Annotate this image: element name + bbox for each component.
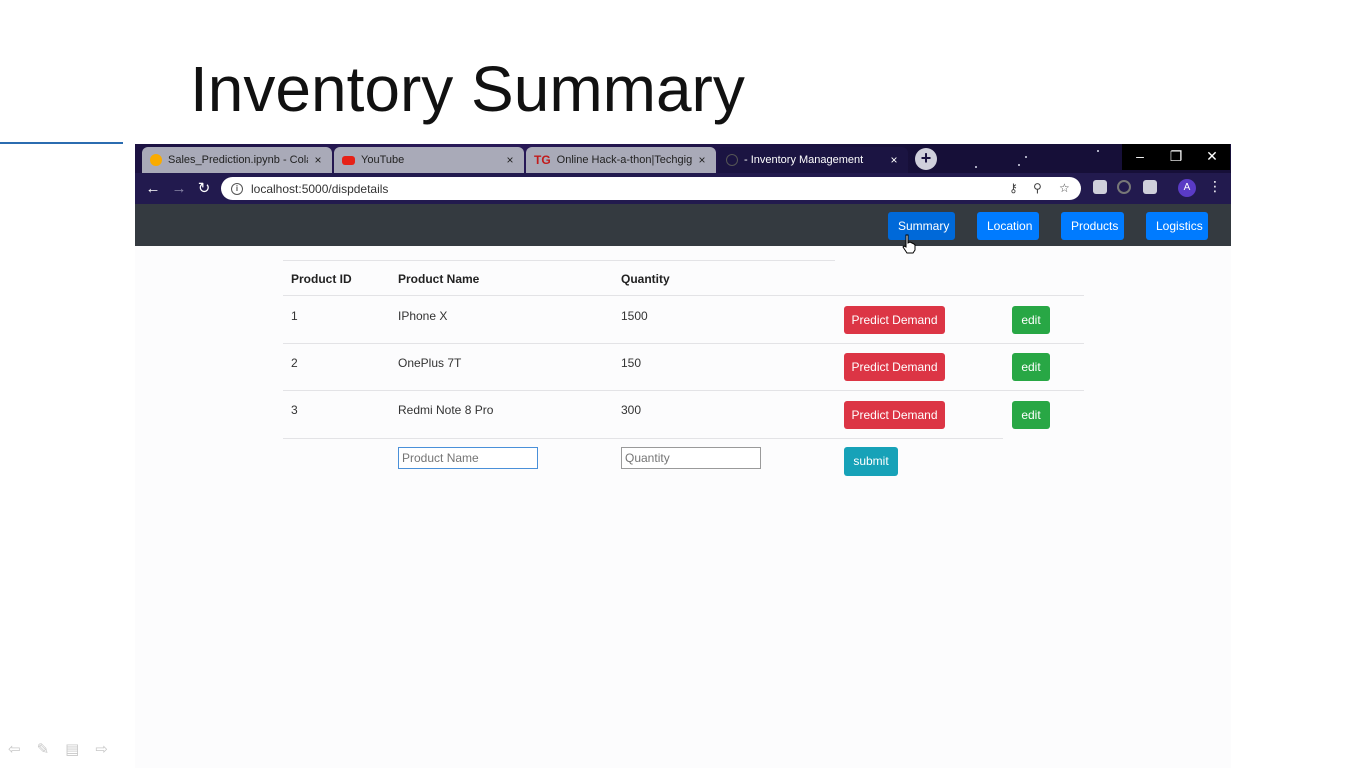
slide-divider: [0, 142, 123, 144]
predict-demand-button[interactable]: Predict Demand: [844, 306, 945, 334]
tab-label: Online Hack-a-thon|Techgig: [556, 154, 692, 166]
cell-product-name: Redmi Note 8 Pro: [398, 403, 494, 417]
close-icon[interactable]: ×: [312, 153, 324, 167]
decor-star: [1025, 156, 1027, 158]
hand-cursor-icon: [902, 234, 916, 254]
info-icon[interactable]: i: [231, 182, 243, 195]
extension-icon[interactable]: [1117, 180, 1131, 194]
decor-star: [1097, 150, 1099, 152]
close-icon[interactable]: ×: [504, 153, 516, 167]
back-button[interactable]: ←: [143, 179, 163, 199]
tab-techgig[interactable]: TG Online Hack-a-thon|Techgig ×: [526, 147, 716, 173]
app-navbar: Summary Location Products Logistics: [135, 204, 1231, 246]
profile-avatar[interactable]: A: [1178, 179, 1196, 197]
bookmark-star-icon[interactable]: ☆: [1059, 181, 1070, 195]
nav-logistics-button[interactable]: Logistics: [1146, 212, 1208, 240]
slide-controls: ⇦ ✎ ▤ ⇨: [8, 740, 108, 758]
nav-location-button[interactable]: Location: [977, 212, 1039, 240]
tab-label: Sales_Prediction.ipynb - Colabora: [168, 154, 308, 166]
tab-bar: Sales_Prediction.ipynb - Colabora × YouT…: [135, 144, 1231, 173]
cell-product-name: OnePlus 7T: [398, 356, 462, 370]
cell-product-name: IPhone X: [398, 309, 448, 323]
cell-quantity: 1500: [621, 309, 648, 323]
table-border: [283, 343, 1084, 344]
predict-demand-button[interactable]: Predict Demand: [844, 353, 945, 381]
url-text: localhost:5000/dispdetails: [251, 181, 389, 196]
cell-product-id: 2: [291, 356, 298, 370]
tab-inventory-management[interactable]: - Inventory Management ×: [718, 147, 908, 173]
extension-icon[interactable]: [1093, 180, 1107, 194]
slide-menu-icon[interactable]: ▤: [65, 740, 79, 758]
restore-button[interactable]: ❐: [1158, 144, 1194, 170]
forward-button[interactable]: →: [169, 179, 189, 199]
extension-icon[interactable]: [1143, 180, 1157, 194]
tab-label: YouTube: [361, 154, 405, 166]
product-name-input[interactable]: [398, 447, 538, 469]
header-quantity: Quantity: [621, 272, 670, 286]
zoom-icon[interactable]: ⚲: [1033, 181, 1042, 195]
nav-products-button[interactable]: Products: [1061, 212, 1124, 240]
pen-icon[interactable]: ✎: [37, 740, 50, 758]
edit-button[interactable]: edit: [1012, 353, 1050, 381]
decor-star: [1018, 164, 1020, 166]
menu-icon[interactable]: ⋮: [1208, 178, 1222, 195]
presentation-slide: Inventory Summary Sales_Prediction.ipynb…: [0, 0, 1366, 768]
table-border: [283, 295, 1084, 296]
edit-button[interactable]: edit: [1012, 401, 1050, 429]
url-bar[interactable]: i localhost:5000/dispdetails ⚷ ⚲ ☆: [221, 177, 1081, 200]
reload-button[interactable]: ↻: [194, 179, 214, 199]
key-icon[interactable]: ⚷: [1009, 181, 1018, 195]
close-icon[interactable]: ×: [696, 153, 708, 167]
header-product-id: Product ID: [291, 272, 352, 286]
next-slide-icon[interactable]: ⇨: [95, 740, 108, 758]
slide-title: Inventory Summary: [190, 53, 745, 125]
new-tab-button[interactable]: +: [915, 148, 937, 170]
youtube-icon: [342, 155, 355, 165]
quantity-input[interactable]: [621, 447, 761, 469]
tab-colab[interactable]: Sales_Prediction.ipynb - Colabora ×: [142, 147, 332, 173]
colab-icon: [150, 154, 162, 166]
predict-demand-button[interactable]: Predict Demand: [844, 401, 945, 429]
table-border: [283, 260, 835, 261]
cell-quantity: 150: [621, 356, 642, 370]
cell-quantity: 300: [621, 403, 642, 417]
decor-star: [975, 166, 977, 168]
tab-youtube[interactable]: YouTube ×: [334, 147, 524, 173]
techgig-icon: TG: [534, 153, 551, 167]
window-close-button[interactable]: ✕: [1194, 144, 1230, 170]
nav-summary-button[interactable]: Summary: [888, 212, 955, 240]
submit-button[interactable]: submit: [844, 447, 898, 476]
table-border: [283, 390, 1084, 391]
table-border: [283, 438, 1003, 439]
browser-window: Sales_Prediction.ipynb - Colabora × YouT…: [135, 144, 1231, 768]
close-icon[interactable]: ×: [888, 153, 900, 167]
address-bar: ← → ↻ i localhost:5000/dispdetails ⚷ ⚲ ☆…: [135, 173, 1231, 204]
edit-button[interactable]: edit: [1012, 306, 1050, 334]
previous-slide-icon[interactable]: ⇦: [8, 740, 21, 758]
header-product-name: Product Name: [398, 272, 480, 286]
page-icon: [726, 154, 738, 166]
cell-product-id: 3: [291, 403, 298, 417]
minimize-button[interactable]: –: [1122, 144, 1158, 170]
cell-product-id: 1: [291, 309, 298, 323]
tab-label: - Inventory Management: [744, 154, 864, 166]
